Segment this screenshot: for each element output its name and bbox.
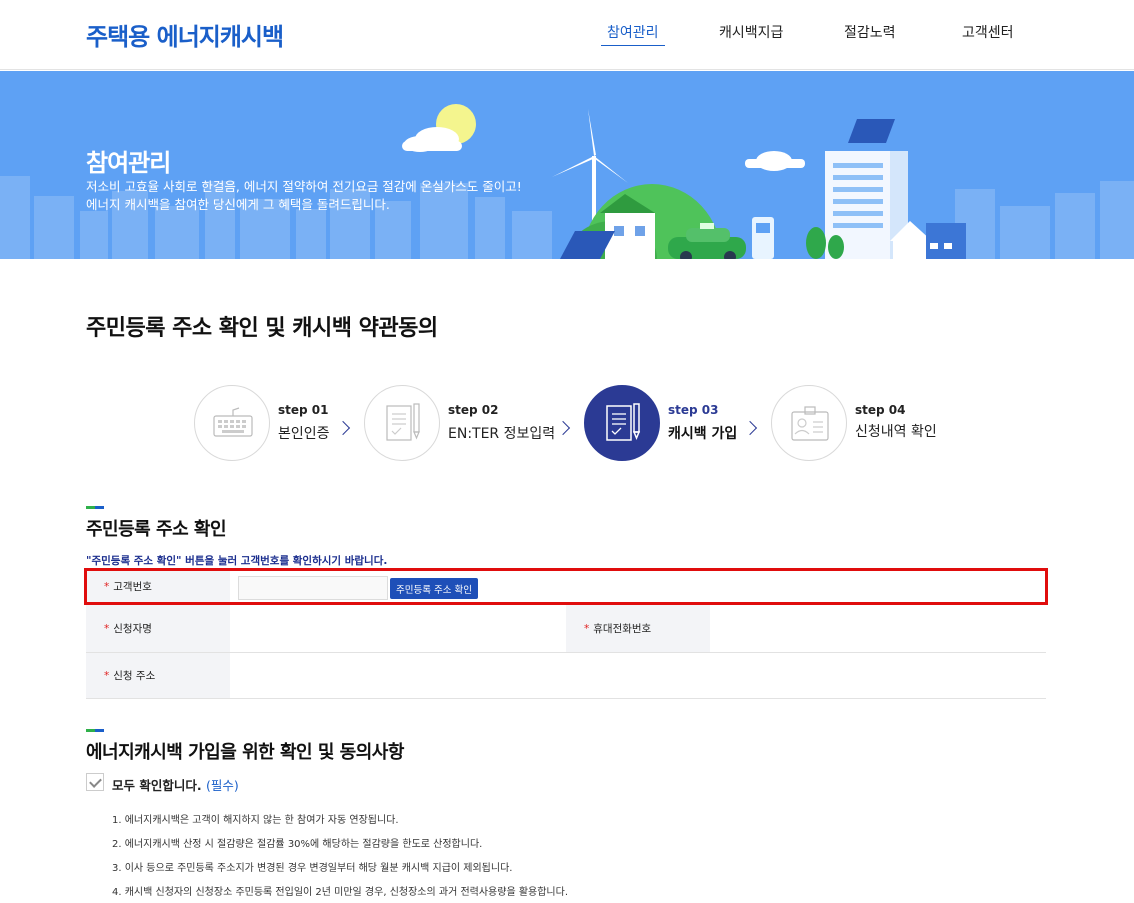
- step-3-circle: [584, 385, 660, 461]
- customer-no-label: * 고객번호: [86, 569, 230, 604]
- term-item-1: 1. 에너지캐시백은 고객이 해지하지 않는 한 참여가 자동 연장됩니다.: [112, 815, 399, 826]
- nav-item-customer-center[interactable]: 고객센터: [962, 22, 1014, 42]
- term-item-2: 2. 에너지캐시백 산정 시 절감량은 절감률 30%에 해당하는 절감량을 한…: [112, 839, 483, 850]
- nav-item-saving-effort[interactable]: 절감노력: [844, 22, 896, 42]
- step-4-circle: [771, 385, 847, 461]
- site-logo[interactable]: 주택용 에너지캐시백: [86, 17, 284, 52]
- hero-banner: 참여관리 저소비 고효율 사회로 한걸음, 에너지 절약하여 전기요금 절감에 …: [0, 71, 1134, 259]
- term-item-3: 3. 이사 등으로 주민등록 주소지가 변경된 경우 변경일부터 해당 월분 캐…: [112, 863, 513, 874]
- hero-title: 참여관리: [86, 149, 171, 177]
- required-mark: *: [104, 580, 110, 593]
- nav-item-participation[interactable]: 참여관리: [601, 22, 665, 46]
- hero-desc-line1: 저소비 고효율 사회로 한걸음, 에너지 절약하여 전기요금 절감에 온실가스도…: [86, 179, 522, 194]
- agree-all-checkbox[interactable]: [86, 773, 104, 791]
- section-accent-bar: [86, 729, 104, 732]
- step-3-label: 캐시백 가입: [668, 426, 738, 442]
- step-4-label: 신청내역 확인: [855, 424, 937, 440]
- applicant-name-value: [230, 605, 566, 652]
- mobile-phone-label: * 휴대전화번호: [566, 605, 710, 652]
- agree-all-label[interactable]: 모두 확인합니다. (필수): [112, 775, 239, 794]
- address-value: [230, 653, 1046, 698]
- address-label: * 신청 주소: [86, 653, 230, 698]
- chevron-right-icon: [335, 420, 351, 436]
- address-notice: "주민등록 주소 확인" 버튼을 눌러 고객번호를 확인하시기 바랍니다.: [86, 555, 388, 567]
- required-mark: *: [584, 622, 590, 635]
- step-2-label: EN:TER 정보입력: [448, 426, 556, 442]
- step-1-circle: [194, 385, 270, 461]
- document-pen-icon: [386, 403, 420, 441]
- form-row-applicant: * 신청자명 * 휴대전화번호: [86, 605, 1046, 653]
- step-4-number: step 04: [855, 403, 906, 417]
- address-confirm-button[interactable]: 주민등록 주소 확인: [390, 578, 478, 599]
- hero-desc-line2: 에너지 캐시백을 참여한 당신에게 그 혜택을 돌려드립니다.: [86, 197, 390, 212]
- step-1-label: 본인인증: [278, 426, 330, 442]
- step-2-number: step 02: [448, 403, 499, 417]
- term-item-4: 4. 캐시백 신청자의 신청장소 주민등록 전입일이 2년 미만일 경우, 신청…: [112, 887, 569, 898]
- form-row-customer-no: * 고객번호 주민등록 주소 확인: [86, 568, 1046, 605]
- applicant-name-label: * 신청자명: [86, 605, 230, 652]
- section-address-title: 주민등록 주소 확인: [86, 519, 227, 540]
- logo-main: 주택용: [86, 23, 150, 51]
- keyboard-icon: [213, 407, 253, 437]
- hero-description: 저소비 고효율 사회로 한걸음, 에너지 절약하여 전기요금 절감에 온실가스도…: [86, 178, 522, 214]
- logo-sub: 에너지캐시백: [156, 23, 284, 51]
- section-agreement-title: 에너지캐시백 가입을 위한 확인 및 동의사항: [86, 742, 404, 763]
- step-3-number: step 03: [668, 403, 719, 417]
- id-card-icon: [791, 406, 829, 441]
- chevron-right-icon: [742, 420, 758, 436]
- chevron-right-icon: [555, 420, 571, 436]
- customer-no-input[interactable]: [238, 576, 388, 600]
- document-pen-icon: [606, 403, 641, 441]
- nav-item-cashback-payment[interactable]: 캐시백지급: [719, 22, 783, 42]
- required-mark: *: [104, 669, 110, 682]
- required-tag: (필수): [205, 778, 239, 793]
- mobile-phone-value: [710, 605, 1046, 652]
- step-2-circle: [364, 385, 440, 461]
- site-header: 주택용 에너지캐시백 참여관리 캐시백지급 절감노력 고객센터: [0, 0, 1134, 70]
- form-row-address: * 신청 주소: [86, 653, 1046, 699]
- step-1-number: step 01: [278, 403, 329, 417]
- required-mark: *: [104, 622, 110, 635]
- section-accent-bar: [86, 506, 104, 509]
- page-title: 주민등록 주소 확인 및 캐시백 약관동의: [86, 316, 438, 341]
